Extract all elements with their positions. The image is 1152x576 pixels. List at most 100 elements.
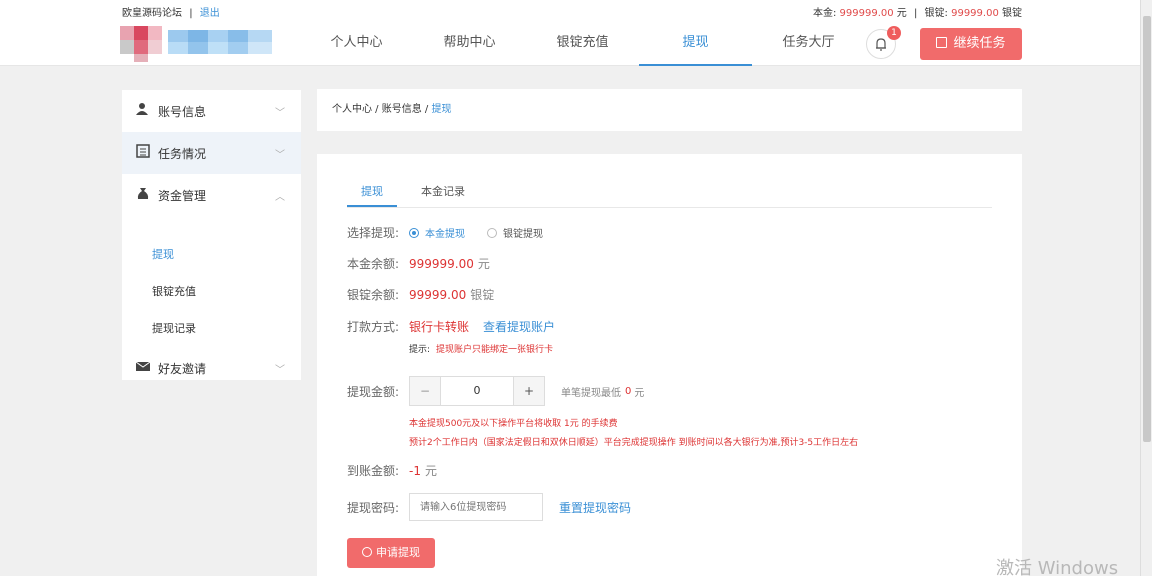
nav-personal-center[interactable]: 个人中心 bbox=[300, 20, 413, 66]
principal-balance-label: 本金余额: bbox=[347, 257, 400, 271]
sidebar-item-account[interactable]: 账号信息 ﹀ bbox=[122, 90, 301, 132]
radio-principal[interactable] bbox=[409, 227, 419, 238]
withdraw-tabs: 提现 本金记录 bbox=[347, 178, 992, 208]
sidebar-subitem-withdraw-records[interactable]: 提现记录 bbox=[122, 310, 301, 347]
radio-principal-label[interactable]: 本金提现 bbox=[425, 225, 465, 240]
min-amount-value: 0 bbox=[625, 385, 632, 397]
password-row: 提现密码: 重置提现密码 bbox=[347, 493, 631, 521]
principal-value: 999999.00 bbox=[839, 8, 894, 19]
balance-summary: 本金: 999999.00 元 | 银锭: 99999.00 银锭 bbox=[813, 4, 1022, 19]
time-note: 预计2个工作日内（国家法定假日和双休日顺延）平台完成提现操作 到账时间以各大银行… bbox=[409, 438, 859, 448]
payment-method-row: 打款方式: 银行卡转账 查看提现账户 bbox=[347, 318, 555, 335]
page-scrollbar[interactable] bbox=[1140, 0, 1152, 576]
sidebar-subitem-ingot-recharge[interactable]: 银锭充值 bbox=[122, 273, 301, 310]
chevron-down-icon: ﹀ bbox=[275, 108, 285, 119]
arrival-amount-label: 到账金额: bbox=[347, 464, 400, 478]
balance-separator: | bbox=[913, 8, 918, 19]
tab-principal-records[interactable]: 本金记录 bbox=[407, 178, 479, 207]
money-bag-icon bbox=[136, 186, 152, 204]
amount-stepper: − 0 + bbox=[409, 376, 545, 406]
principal-balance-value: 999999.00 bbox=[409, 256, 474, 271]
ingot-balance-row: 银锭余额: 99999.00 银锭 bbox=[347, 286, 494, 303]
reset-password-link[interactable]: 重置提现密码 bbox=[559, 499, 631, 516]
principal-balance-unit: 元 bbox=[477, 257, 490, 271]
principal-unit: 元 bbox=[896, 8, 907, 19]
amount-label: 提现金额: bbox=[347, 384, 400, 399]
sidebar-item-label: 任务情况 bbox=[158, 146, 207, 161]
logout-link[interactable]: 退出 bbox=[200, 8, 220, 19]
withdraw-type-label: 选择提现: bbox=[347, 226, 400, 240]
sidebar-item-friends[interactable]: 好友邀请 ﹀ bbox=[122, 347, 301, 389]
decrement-button[interactable]: − bbox=[410, 377, 440, 405]
ingot-balance-label: 银锭余额: bbox=[347, 288, 400, 302]
chevron-up-icon: ︿ bbox=[275, 192, 285, 203]
amount-input[interactable]: 0 bbox=[440, 377, 514, 405]
envelope-icon bbox=[135, 359, 152, 377]
view-account-link[interactable]: 查看提现账户 bbox=[483, 318, 555, 335]
payment-method-value: 银行卡转账 bbox=[409, 320, 470, 334]
payment-tip: 提示: 提现账户只能绑定一张银行卡 bbox=[409, 342, 553, 355]
sidebar-subitem-withdraw[interactable]: 提现 bbox=[122, 236, 301, 273]
sidebar-item-tasks[interactable]: 任务情况 ﹀ bbox=[122, 132, 301, 174]
sidebar-item-funds[interactable]: 资金管理 ︿ bbox=[122, 174, 301, 216]
arrival-amount-row: 到账金额: -1 元 bbox=[347, 462, 437, 479]
nav-help-center[interactable]: 帮助中心 bbox=[413, 20, 526, 66]
breadcrumb-personal-center[interactable]: 个人中心 bbox=[332, 104, 372, 115]
withdraw-panel: 提现 本金记录 选择提现: 本金提现 银锭提现 本金余额: 999999.00 … bbox=[317, 154, 1022, 576]
site-info: 欧皇源码论坛 | 退出 bbox=[122, 4, 220, 19]
scrollbar-thumb[interactable] bbox=[1143, 16, 1151, 442]
site-logo[interactable] bbox=[112, 20, 282, 64]
tip-prefix: 提示: bbox=[409, 345, 431, 355]
ingot-balance-unit: 银锭 bbox=[470, 288, 495, 302]
min-amount-text: 单笔提现最低 bbox=[561, 387, 621, 399]
blurred-logo-icon bbox=[120, 26, 272, 62]
arrival-amount-unit: 元 bbox=[424, 464, 437, 478]
ingot-label: 银锭: bbox=[924, 8, 948, 19]
main-header: 个人中心 帮助中心 银锭充值 提现 任务大厅 1 继续任务 bbox=[0, 20, 1140, 66]
breadcrumb: 个人中心 / 账号信息 / 提现 bbox=[317, 89, 1022, 131]
fee-note: 本金提现500元及以下操作平台将收取 1元 的手续费 bbox=[409, 419, 618, 429]
check-circle-icon bbox=[362, 547, 372, 557]
amount-row: 提现金额: − 0 + 单笔提现最低 0 元 bbox=[347, 376, 644, 406]
main-nav: 个人中心 帮助中心 银锭充值 提现 任务大厅 bbox=[300, 20, 865, 66]
withdraw-type-row: 选择提现: 本金提现 银锭提现 bbox=[347, 224, 543, 241]
min-amount-unit: 元 bbox=[634, 387, 645, 399]
sidebar-item-label: 资金管理 bbox=[158, 188, 207, 203]
submit-withdraw-button[interactable]: 申请提现 bbox=[347, 538, 435, 568]
principal-label: 本金: bbox=[812, 8, 837, 19]
nav-task-hall[interactable]: 任务大厅 bbox=[752, 20, 865, 66]
chevron-down-icon: ﹀ bbox=[275, 150, 285, 161]
payment-method-label: 打款方式: bbox=[347, 320, 400, 334]
principal-balance-row: 本金余额: 999999.00 元 bbox=[347, 255, 490, 272]
list-icon bbox=[136, 144, 152, 162]
breadcrumb-current: 提现 bbox=[431, 104, 452, 115]
nav-ingot-recharge[interactable]: 银锭充值 bbox=[526, 20, 639, 66]
tip-text: 提现账户只能绑定一张银行卡 bbox=[436, 345, 554, 355]
calendar-icon bbox=[936, 37, 948, 48]
password-input[interactable] bbox=[409, 493, 543, 521]
continue-task-button[interactable]: 继续任务 bbox=[920, 28, 1022, 60]
radio-ingot-label[interactable]: 银锭提现 bbox=[503, 225, 543, 240]
nav-withdraw[interactable]: 提现 bbox=[639, 20, 752, 66]
breadcrumb-sep: / bbox=[421, 104, 432, 115]
separator: | bbox=[189, 8, 193, 19]
notification-badge: 1 bbox=[887, 26, 901, 40]
increment-button[interactable]: + bbox=[514, 377, 544, 405]
breadcrumb-sep: / bbox=[372, 104, 382, 115]
ingot-balance-value: 99999.00 bbox=[409, 287, 467, 302]
radio-ingot[interactable] bbox=[487, 227, 497, 238]
ingot-value: 99999.00 bbox=[951, 8, 999, 19]
ingot-unit: 银锭 bbox=[1002, 8, 1022, 19]
user-icon bbox=[136, 102, 152, 120]
site-name[interactable]: 欧皇源码论坛 bbox=[122, 8, 182, 19]
submit-withdraw-label: 申请提现 bbox=[376, 546, 420, 559]
sidebar-item-label: 好友邀请 bbox=[158, 361, 207, 376]
chevron-down-icon: ﹀ bbox=[275, 365, 285, 376]
notification-button[interactable]: 1 bbox=[866, 26, 901, 59]
continue-task-label: 继续任务 bbox=[953, 36, 1006, 51]
tab-withdraw[interactable]: 提现 bbox=[347, 178, 397, 207]
password-label: 提现密码: bbox=[347, 500, 400, 515]
windows-activation-watermark: 激活 Windows bbox=[996, 558, 1119, 576]
breadcrumb-account[interactable]: 账号信息 bbox=[382, 104, 422, 115]
